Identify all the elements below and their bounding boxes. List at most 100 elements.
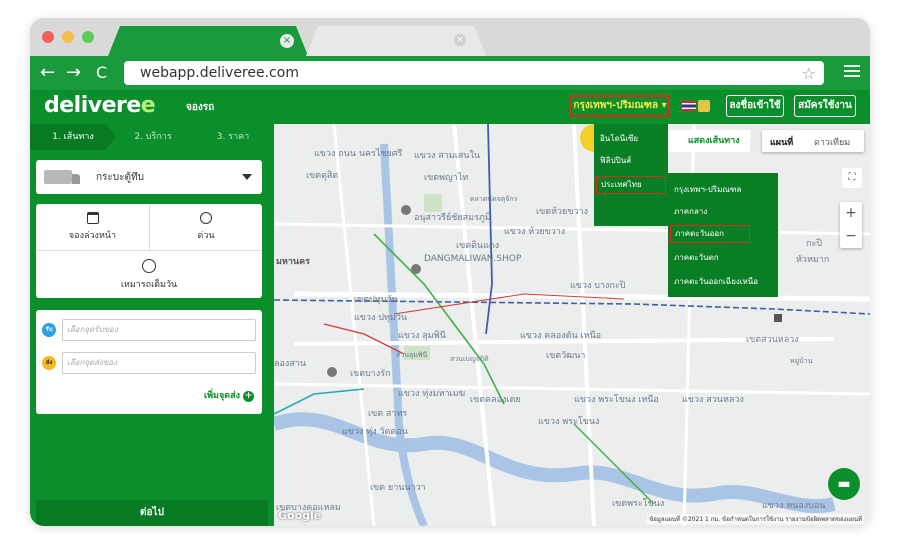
next-button[interactable]: ต่อไป [36,500,268,526]
region-submenu: กรุงเทพฯ-ปริมณฑล ภาคกลาง ภาคตะวันออก ภาค… [668,173,778,297]
forward-arrow-icon[interactable]: → [66,63,81,83]
map-label: เขตพญาไท [424,173,469,183]
satellite-button[interactable]: ดาวเทียม [814,135,850,149]
country-thailand[interactable]: ประเทศไทย [596,176,666,194]
map-label: แขวง ลุมพินี [398,331,446,341]
browser-menu-icon[interactable] [844,65,860,77]
step-price[interactable]: 3. ราคา [192,124,274,150]
booking-sidebar: 1. เส้นทาง 2. บริการ 3. ราคา กระบะตู้ทึบ… [30,124,274,526]
map-label: เขตดินแดง [456,241,500,251]
deliveree-logo[interactable]: deliveree [44,93,156,118]
dropoff-input[interactable]: เลือกจุดส่งของ [62,352,256,374]
pickup-badge: รับ [42,323,56,337]
add-dropoff-label: เพิ่มจุดส่ง [204,391,240,401]
map-type-button[interactable]: แผนที่ [770,135,793,149]
add-dropoff-button[interactable]: เพิ่มจุดส่ง + [204,388,254,402]
map-label: แขวง คลองตัน เหนือ [520,331,602,341]
map-label: เขตวัฒนา [546,351,586,361]
map-label: DANGMALIWAN.SHOP [424,254,522,264]
map-view[interactable]: แขวง ถนน นครไชยศรี แขวง สามเสนใน เขตดุสิ… [274,124,870,526]
address-bar-row: ← → C webapp.deliveree.com ☆ [30,56,870,90]
login-button[interactable]: ลงชื่อเข้าใช้ [726,95,784,117]
calendar-icon [86,212,99,224]
maximize-window-button[interactable] [82,31,94,43]
map-label: แขวง ถนน นครไชยศรี [314,149,403,159]
map-label: เขตสวนหลวง [746,335,799,345]
map-label: เขตคลองเตย [470,395,521,405]
region-east[interactable]: ภาคตะวันออก [670,225,750,243]
step-progress: 1. เส้นทาง 2. บริการ 3. ราคา [30,124,274,150]
zoom-out-button[interactable]: − [840,225,862,248]
fullscreen-icon[interactable]: ⛶ [842,168,862,188]
map-label: หมู่บ้าน [790,357,813,365]
map-type-toggle: แผนที่ ดาวเทียม [762,130,864,152]
tab-active[interactable]: × [108,26,308,56]
urgent-option[interactable]: ด่วน [150,204,262,250]
zoom-in-button[interactable]: + [840,202,862,225]
booking-link[interactable]: จองรถ [186,100,214,115]
region-west[interactable]: ภาคตะวันตก [674,251,719,264]
vehicle-label: กระบะตู้ทึบ [96,172,144,183]
map-label: แขวง พระโขนง [538,417,600,427]
chevron-down-icon [242,174,252,180]
back-arrow-icon[interactable]: ← [40,63,55,83]
signup-button[interactable]: สมัครใช้งาน [794,95,856,117]
language-flag-icon[interactable] [698,100,710,112]
region-selector[interactable]: กรุงเทพฯ-ปริมณฑล ▾ [570,95,670,117]
map-label: แขวง ห้วยขวาง [504,227,566,237]
time-options: จองล่วงหน้า ด่วน เหมารถเต็มวัน [36,204,262,298]
map-label: สวนเบญจกิติ [450,355,489,363]
chat-icon[interactable]: ▬ [828,468,860,500]
map-label: มหานคร [276,257,310,267]
tab-inactive[interactable]: × [306,26,486,56]
plus-icon: + [243,391,254,402]
url-text: webapp.deliveree.com [140,65,299,81]
advance-booking-option[interactable]: จองล่วงหน้า [36,204,149,250]
map-attribution[interactable]: ข้อมูลแผนที่ ©2021 1 กม. ข้อกำหนดในการใช… [647,514,864,524]
full-day-option[interactable]: เหมารถเต็มวัน [36,251,262,297]
map-label: แขวง สวนหลวง [682,395,744,405]
map-label: แขวง ปทุมวัน [354,313,408,323]
route-card: รับ เลือกจุดรับของ ส่ง เลือกจุดส่งของ เพ… [36,310,262,414]
map-label: อนุสาวรีย์ชัยสมรภูมิ [414,213,491,223]
minimize-window-button[interactable] [62,31,74,43]
pickup-input[interactable]: เลือกจุดรับของ [62,319,256,341]
step-service[interactable]: 2. บริการ [110,124,196,150]
region-bangkok[interactable]: กรุงเทพฯ-ปริมณฑล [674,183,741,196]
reload-icon[interactable]: C [96,63,107,83]
map-label: กะปิ [806,239,822,249]
thai-flag-icon[interactable] [682,101,696,111]
map-label: แขวง บางกะปิ [570,281,626,291]
country-philippines[interactable]: ฟิลิปปินส์ [600,154,631,167]
map-label: เขตห้วยขวาง [536,207,588,217]
map-label: เขตพระโขนง [612,499,665,509]
region-northeast[interactable]: ภาคตะวันออกเฉียงเหนือ [674,275,758,288]
urgent-label: ด่วน [197,231,215,241]
map-label: เขตปทุมวัน [354,295,398,305]
url-field[interactable]: webapp.deliveree.com ☆ [124,61,824,85]
map-label: แขวง ทุ่ง วัดดอน [342,427,408,437]
country-indonesia[interactable]: อินโดนีเซีย [600,132,638,145]
map-label: สวนลุมพินี [396,351,428,359]
hourglass-icon [142,259,156,273]
map-label: เขต ยานนาวา [370,483,426,493]
close-window-button[interactable] [42,31,54,43]
show-route-toggle[interactable]: แสดงเส้นทาง [668,130,750,152]
zoom-control: + − [840,202,862,248]
browser-window: × × ← → C webapp.deliveree.com ☆ deliver… [30,18,870,526]
dropoff-badge: ส่ง [42,356,56,370]
tab-close-icon[interactable]: × [454,34,466,46]
step-route[interactable]: 1. เส้นทาง [30,124,116,150]
alarm-clock-icon [200,212,212,224]
map-label: แขวง ทุ่งมหาเมฆ [398,389,466,399]
app-header: deliveree จองรถ กรุงเทพฯ-ปริมณฑล ▾ ลงชื่… [30,90,870,124]
region-central[interactable]: ภาคกลาง [674,205,707,218]
map-label: แขวง สามเสนใน [414,151,481,161]
map-label: เขต สาทร [368,409,408,419]
bookmark-star-icon[interactable]: ☆ [802,62,816,86]
vehicle-select[interactable]: กระบะตู้ทึบ [36,160,262,194]
tab-close-icon[interactable]: × [280,34,294,48]
logo-text: delivere [44,93,141,118]
map-label: เขตบางรัก [350,369,391,379]
full-day-label: เหมารถเต็มวัน [120,280,178,290]
